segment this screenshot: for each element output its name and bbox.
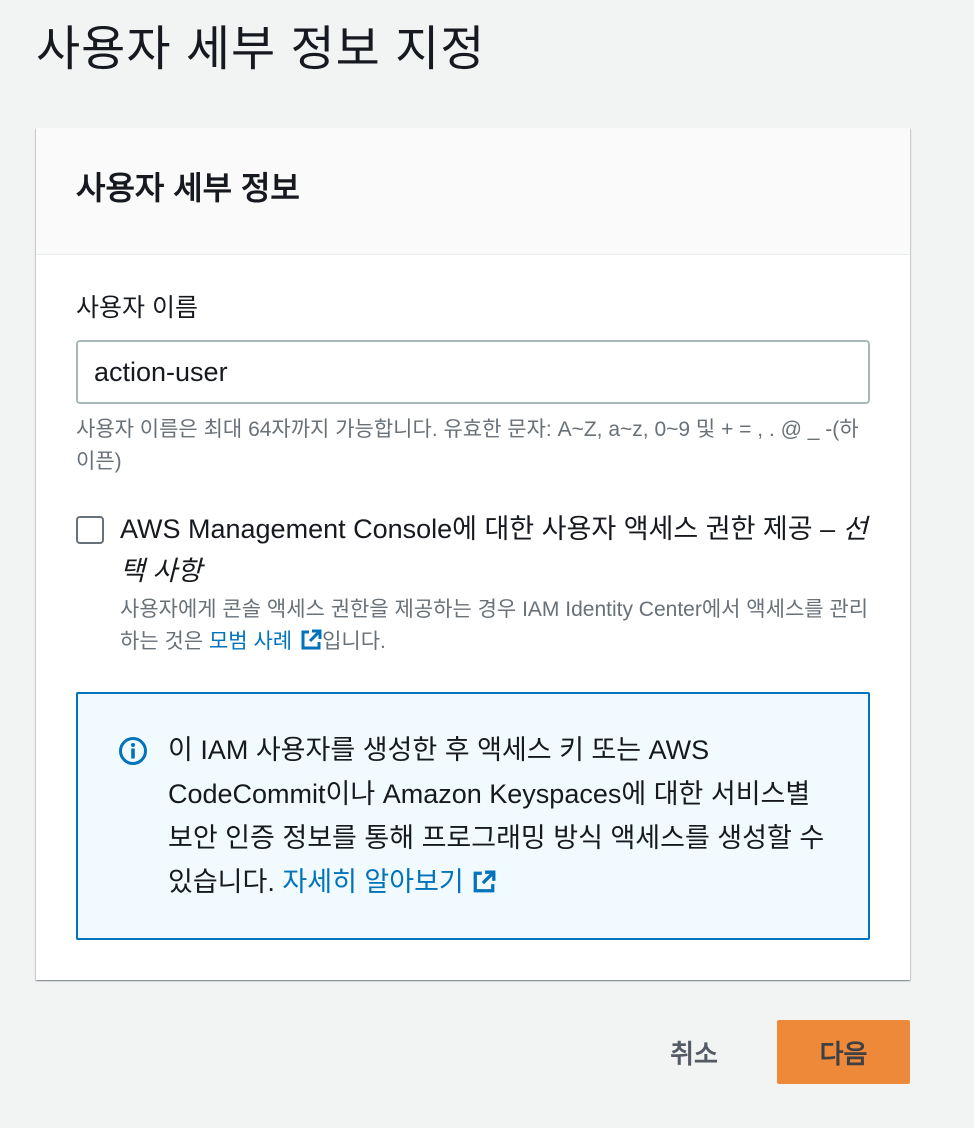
external-link-icon	[473, 870, 496, 893]
console-access-label-text: AWS Management Console에 대한 사용자 액세스 권한 제공…	[120, 514, 836, 544]
console-access-checkbox[interactable]	[76, 516, 104, 544]
console-access-label[interactable]: AWS Management Console에 대한 사용자 액세스 권한 제공…	[120, 508, 876, 592]
info-alert-message: 이 IAM 사용자를 생성한 후 액세스 키 또는 AWS CodeCommit…	[168, 735, 825, 897]
info-circle-icon	[119, 737, 147, 765]
learn-more-link[interactable]: 자세히 알아보기	[282, 867, 496, 897]
username-label: 사용자 이름	[76, 294, 198, 322]
best-practice-link[interactable]: 모범 사례	[208, 629, 322, 653]
learn-more-link-text: 자세히 알아보기	[282, 867, 464, 897]
info-alert-text: 이 IAM 사용자를 생성한 후 액세스 키 또는 AWS CodeCommit…	[168, 728, 828, 904]
username-hint: 사용자 이름은 최대 64자까지 가능합니다. 유효한 문자: A~Z, a~z…	[76, 418, 859, 473]
console-access-description: 사용자에게 콘솔 액세스 권한을 제공하는 경우 IAM Identity Ce…	[120, 594, 876, 658]
console-access-desc-suffix: 입니다.	[322, 630, 386, 653]
external-link-icon	[301, 629, 322, 650]
info-alert: 이 IAM 사용자를 생성한 후 액세스 키 또는 AWS CodeCommit…	[76, 692, 870, 940]
page-title: 사용자 세부 정보 지정	[36, 23, 486, 76]
cancel-button[interactable]: 취소	[648, 1022, 740, 1082]
console-access-text: AWS Management Console에 대한 사용자 액세스 권한 제공…	[120, 508, 876, 658]
user-details-container: 사용자 세부 정보 사용자 이름 사용자 이름은 최대 64자까지 가능합니다.…	[36, 128, 910, 980]
container-header: 사용자 세부 정보	[36, 128, 910, 255]
best-practice-link-text: 모범 사례	[208, 630, 293, 653]
container-title: 사용자 세부 정보	[76, 170, 300, 206]
username-input[interactable]	[76, 340, 870, 404]
next-button[interactable]: 다음	[777, 1020, 910, 1084]
